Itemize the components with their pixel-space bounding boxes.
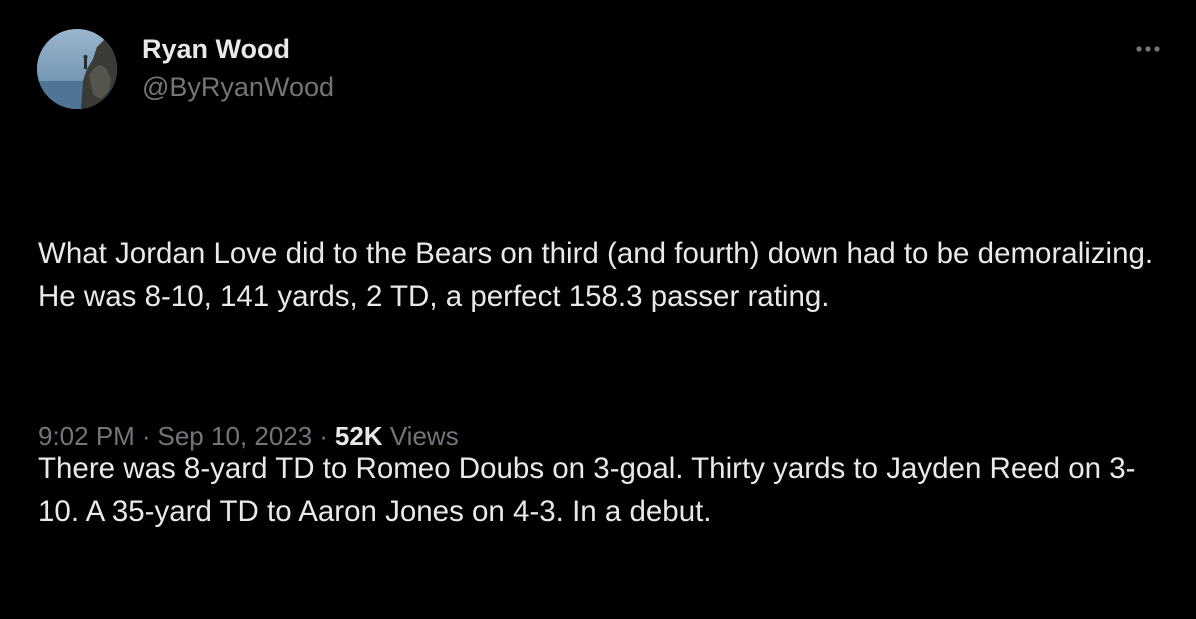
more-horizontal-icon bbox=[1136, 46, 1160, 52]
author-info: Ryan Wood @ByRyanWood bbox=[142, 32, 334, 104]
tweet-paragraph: There was 8-yard TD to Romeo Doubs on 3-… bbox=[38, 452, 1136, 528]
avatar-photo-icon bbox=[37, 29, 117, 109]
tweet-text: What Jordan Love did to the Bears on thi… bbox=[38, 146, 1168, 619]
more-options-button[interactable] bbox=[1128, 34, 1168, 64]
views-count[interactable]: 52K bbox=[335, 421, 383, 451]
meta-separator: · bbox=[319, 421, 328, 451]
avatar[interactable] bbox=[37, 29, 117, 109]
tweet: Ryan Wood @ByRyanWood What Jordan Love d… bbox=[0, 0, 1196, 528]
tweet-time[interactable]: 9:02 PM bbox=[38, 421, 135, 451]
tweet-paragraph: What Jordan Love did to the Bears on thi… bbox=[38, 237, 1162, 313]
author-display-name[interactable]: Ryan Wood bbox=[142, 32, 334, 66]
author-handle[interactable]: @ByRyanWood bbox=[142, 70, 334, 104]
tweet-meta: 9:02 PM · Sep 10, 2023 · 52K Views bbox=[38, 419, 459, 453]
tweet-date[interactable]: Sep 10, 2023 bbox=[158, 421, 313, 451]
meta-separator: · bbox=[141, 421, 151, 451]
views-label: Views bbox=[389, 421, 459, 451]
